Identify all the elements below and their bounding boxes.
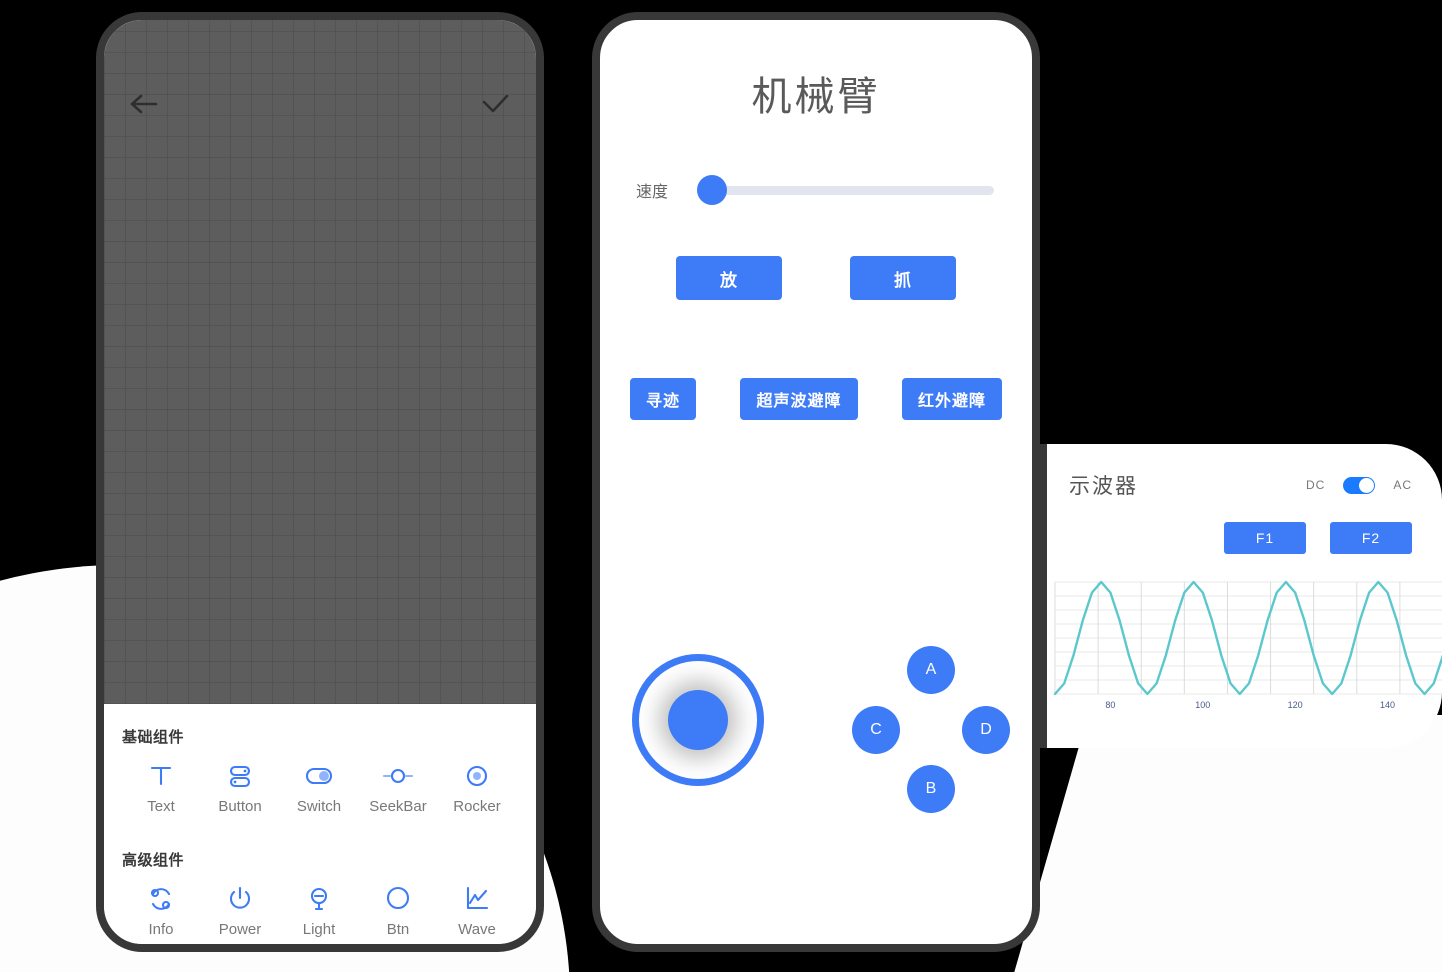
check-icon[interactable] <box>480 93 510 120</box>
line-tracking-button[interactable]: 寻迹 <box>630 378 697 420</box>
oscilloscope-panel: 示波器 DC AC F1 F2 80 100 120 140 <box>1040 444 1442 748</box>
palette-label: SeekBar <box>369 798 427 815</box>
grip-button-row: 放 抓 <box>628 256 1004 300</box>
dpad-button-d[interactable]: D <box>962 706 1010 754</box>
grab-button[interactable]: 抓 <box>850 256 956 300</box>
palette-item-switch[interactable]: Switch <box>282 761 356 815</box>
x-axis-tick: 80 <box>1105 700 1116 710</box>
x-axis-ticks: 80 100 120 140 <box>1047 700 1442 716</box>
dc-label: DC <box>1305 478 1326 492</box>
control-pads: A C D B <box>600 640 1032 860</box>
palette-item-rocker[interactable]: Rocker <box>440 761 514 815</box>
controller-phone: 机械臂 速度 放 抓 寻迹 超声波避障 红外避障 A C D B <box>592 12 1040 952</box>
ac-label: AC <box>1393 478 1412 492</box>
palette-label: Wave <box>458 921 496 938</box>
x-axis-tick: 100 <box>1195 700 1211 710</box>
palette-item-wave[interactable]: Wave <box>440 884 514 938</box>
palette-item-power[interactable]: Power <box>203 884 277 938</box>
palette-label: Info <box>148 921 174 938</box>
switch-toggle-icon <box>303 761 335 791</box>
palette-label: Switch <box>296 798 342 815</box>
palette-row-advanced: Info Power Light Btn Wave <box>122 870 518 938</box>
ac-dc-toggle[interactable] <box>1343 476 1376 494</box>
waveform-chart: 80 100 120 140 <box>1047 572 1442 732</box>
ultrasonic-avoidance-button[interactable]: 超声波避障 <box>740 378 858 420</box>
dpad-button-a[interactable]: A <box>907 646 955 694</box>
palette-label: Rocker <box>453 798 501 815</box>
function-button-row: F1 F2 <box>1047 500 1442 554</box>
palette-label: Power <box>218 921 262 938</box>
palette-item-text[interactable]: Text <box>124 761 198 815</box>
canvas-toolbar <box>104 80 536 132</box>
oscilloscope-title: 示波器 <box>1069 475 1138 498</box>
palette-heading-basic: 基础组件 <box>122 729 185 746</box>
joystick-knob[interactable] <box>668 690 728 750</box>
power-icon <box>226 884 254 914</box>
palette-row-basic: Text Button Switch SeekBar Rocker <box>122 747 518 815</box>
palette-label: Text <box>147 798 175 815</box>
button-stack-icon <box>226 761 254 791</box>
speed-slider-label: 速度 <box>636 184 669 201</box>
speed-slider-thumb[interactable] <box>697 175 728 205</box>
lightbulb-icon <box>306 884 332 914</box>
infrared-avoidance-button[interactable]: 红外避障 <box>901 378 1002 420</box>
f1-button[interactable]: F1 <box>1224 522 1306 554</box>
dpad-button-b[interactable]: B <box>907 765 955 813</box>
joystick[interactable] <box>632 654 764 786</box>
background-blob-right <box>1001 715 1442 972</box>
x-axis-tick: 120 <box>1287 700 1303 710</box>
palette-label: Btn <box>386 921 410 938</box>
screenshot-stage: 基础组件 Text Button Switch SeekBar Rocker 高… <box>0 0 1442 972</box>
palette-label: Light <box>302 921 336 938</box>
palette-item-btn[interactable]: Btn <box>361 884 435 938</box>
speed-slider-row: 速度 <box>628 175 1004 205</box>
speed-slider[interactable] <box>697 175 994 205</box>
palette-item-info[interactable]: Info <box>124 884 198 938</box>
palette-heading-advanced: 高级组件 <box>122 852 185 869</box>
x-axis-tick: 140 <box>1380 700 1396 710</box>
text-t-icon <box>148 761 174 791</box>
design-canvas[interactable] <box>104 20 536 704</box>
component-palette: 基础组件 Text Button Switch SeekBar Rocker 高… <box>104 704 536 944</box>
coupling-mode-group: DC AC <box>1305 476 1412 494</box>
page-title: 机械臂 <box>751 75 881 119</box>
release-button[interactable]: 放 <box>676 256 782 300</box>
seekbar-icon <box>381 761 415 791</box>
palette-item-button[interactable]: Button <box>203 761 277 815</box>
circle-button-icon <box>384 884 412 914</box>
info-nodes-icon <box>147 884 175 914</box>
wave-chart-icon <box>463 884 491 914</box>
waveform-svg <box>1053 580 1442 696</box>
palette-label: Button <box>218 798 262 815</box>
dpad: A C D B <box>852 646 1010 816</box>
dpad-button-c[interactable]: C <box>852 706 900 754</box>
oscilloscope-header: 示波器 DC AC <box>1047 444 1442 500</box>
controller-screen: 机械臂 速度 放 抓 寻迹 超声波避障 红外避障 A C D B <box>600 20 1032 944</box>
f2-button[interactable]: F2 <box>1330 522 1412 554</box>
rocker-circle-icon <box>463 761 491 791</box>
palette-item-light[interactable]: Light <box>282 884 356 938</box>
palette-item-seekbar[interactable]: SeekBar <box>361 761 435 815</box>
back-arrow-icon[interactable] <box>130 93 160 120</box>
designer-phone: 基础组件 Text Button Switch SeekBar Rocker 高… <box>96 12 544 952</box>
mode-button-row: 寻迹 超声波避障 红外避障 <box>628 378 1004 420</box>
